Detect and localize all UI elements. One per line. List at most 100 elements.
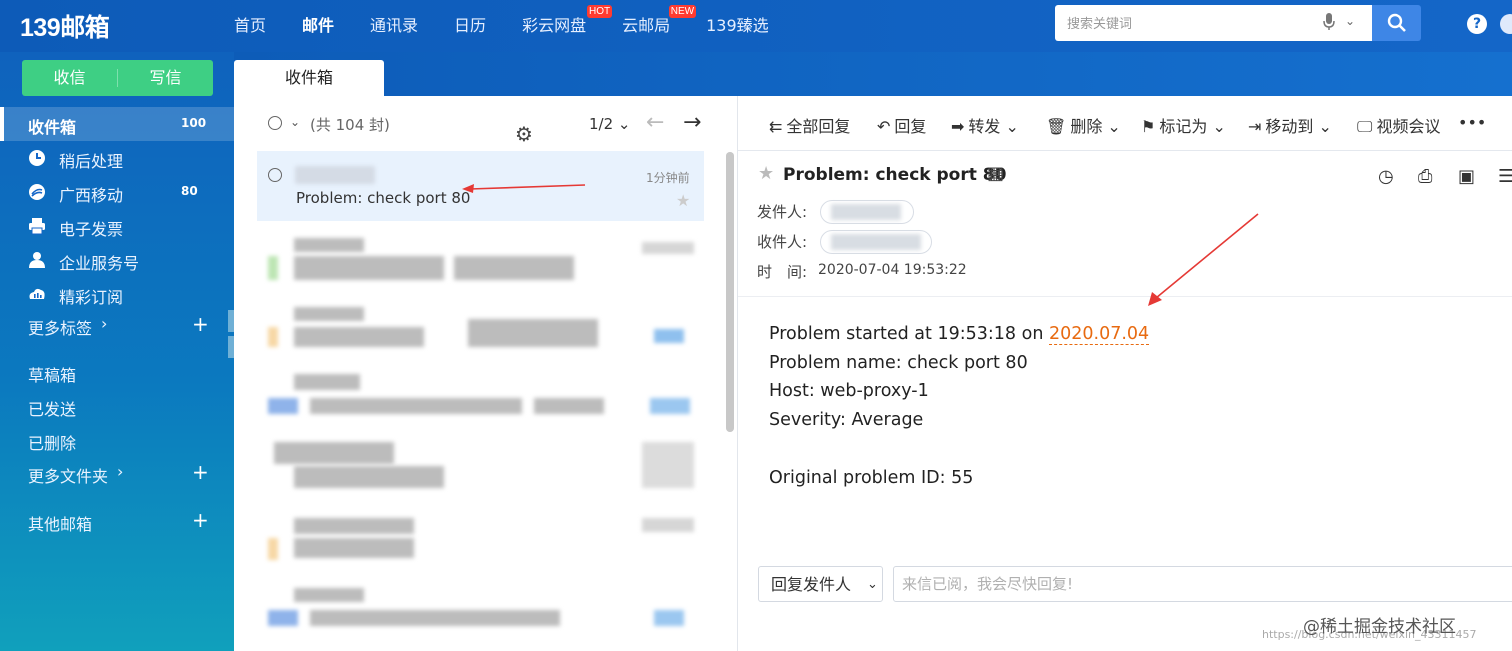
clock-icon[interactable]: ◷	[1378, 166, 1394, 187]
trash-icon: 🗑	[1046, 117, 1067, 136]
page-selector[interactable]: 1/2 ⌄	[589, 115, 630, 133]
nav-contacts[interactable]: 通讯录	[370, 12, 418, 36]
select-all-checkbox[interactable]	[268, 116, 282, 130]
date-link[interactable]: 2020.07.04	[1048, 324, 1150, 345]
sidebar-item-drafts[interactable]: 草稿箱	[0, 355, 234, 389]
mail-body: Problem started at 19:53:18 on 2020.07.0…	[769, 320, 1150, 492]
sidebar-item-other-mailbox[interactable]: 其他邮箱 +	[0, 504, 234, 538]
sidebar-item-enterprise-service[interactable]: 企业服务号	[0, 243, 234, 277]
mail-time: 2020-07-04 19:53:22	[818, 262, 967, 278]
mail-reader: ⇇ 全部回复 ↶ 回复 ➡ 转发 ⌄ 🗑 删除 ⌄ ⚑ 标记为 ⌄ ⇥ 移动到 ⌄ 🖵 视频会…	[738, 96, 1512, 651]
add-folder-plus-icon[interactable]: +	[192, 460, 209, 484]
next-page-arrow-icon[interactable]: →	[683, 110, 701, 135]
move-to-button[interactable]: ⇥ 移动到 ⌄	[1248, 113, 1332, 137]
body-line: Host: web-proxy-1	[769, 381, 929, 402]
delete-button[interactable]: 🗑 删除 ⌄	[1046, 113, 1121, 137]
chevron-down-icon[interactable]: ⌄	[290, 115, 300, 129]
translate-icon[interactable]: ▣	[1458, 166, 1475, 187]
star-icon[interactable]: ★	[758, 163, 774, 184]
list-scrollbar[interactable]	[726, 152, 734, 432]
sidebar-item-label: 精彩订阅	[59, 288, 124, 307]
sidebar-item-label: 草稿箱	[28, 366, 77, 385]
new-badge: NEW	[668, 5, 697, 18]
unread-count: 80	[181, 184, 198, 198]
list-item[interactable]	[262, 508, 702, 570]
mail-time: 1分钟前	[646, 171, 690, 185]
active-indicator	[0, 107, 4, 141]
list-item[interactable]	[262, 582, 702, 644]
user-icon	[28, 251, 46, 269]
mail-total-count: (共 104 封)	[310, 116, 390, 134]
list-item[interactable]	[262, 368, 702, 430]
top-bar: 139邮箱 首页 邮件 通讯录 日历 彩云网盘 HOT 云邮局 NEW 139臻选 …	[0, 0, 1512, 52]
chevron-down-icon: ⌄	[1107, 117, 1121, 136]
search-input[interactable]	[1065, 13, 1309, 35]
sidebar-item-deleted[interactable]: 已删除	[0, 423, 234, 457]
help-icon[interactable]: ?	[1467, 14, 1487, 34]
list-item[interactable]	[262, 234, 702, 296]
list-item[interactable]	[262, 436, 702, 498]
sidebar-item-label: 已删除	[28, 434, 77, 453]
search-button[interactable]	[1372, 5, 1421, 41]
nav-cloud-post[interactable]: 云邮局 NEW	[622, 5, 697, 36]
receive-mail-button[interactable]: 收信	[22, 60, 117, 96]
nav-calendar[interactable]: 日历	[454, 12, 486, 36]
video-meeting-button[interactable]: 🖵 视频会议	[1357, 113, 1440, 137]
nav-139-select[interactable]: 139臻选	[706, 12, 769, 36]
chevron-down-icon: ⌄	[1212, 117, 1226, 136]
more-options-button[interactable]: •••	[1458, 113, 1486, 132]
body-line: Problem started at 19:53:18 on 2020.07.0…	[769, 324, 1150, 345]
sidebar-item-subscriptions[interactable]: 精彩订阅	[0, 277, 234, 311]
watermark: @稀土掘金技术社区	[1303, 617, 1456, 637]
more-icon[interactable]: ☰	[1498, 166, 1512, 187]
sidebar-item-guangxi-mobile[interactable]: 广西移动 80	[0, 175, 234, 209]
blurred-sender	[295, 166, 375, 184]
compose-row: 收信 写信	[22, 60, 213, 96]
sidebar-item-label: 企业服务号	[59, 254, 140, 273]
sidebar-item-more-folders[interactable]: 更多文件夹 › +	[0, 456, 234, 490]
chevron-right-icon: ›	[101, 314, 108, 333]
sidebar-item-inbox[interactable]: 收件箱 100	[0, 107, 234, 141]
nav-mail[interactable]: 邮件	[302, 12, 334, 36]
reply-button[interactable]: ↶ 回复	[877, 113, 926, 137]
nav-cloud-drive[interactable]: 彩云网盘 HOT	[522, 5, 613, 36]
search-icon	[1387, 13, 1406, 32]
gear-icon[interactable]: ⚙	[515, 122, 533, 146]
search-box: ⌄	[1055, 5, 1372, 41]
sidebar-item-later[interactable]: 稍后处理	[0, 141, 234, 175]
forward-button[interactable]: ➡ 转发 ⌄	[951, 113, 1019, 137]
tab-inbox[interactable]: 收件箱	[234, 60, 384, 96]
flag-icon: ⚑	[1141, 117, 1156, 136]
mail-title: Problem: check port 80	[783, 165, 1007, 185]
mail-select-checkbox[interactable]	[268, 168, 282, 182]
recipient-pill[interactable]	[820, 230, 932, 254]
sender-pill[interactable]	[820, 200, 914, 224]
scrollbar-thumb[interactable]	[726, 152, 734, 432]
add-tag-plus-icon[interactable]: +	[192, 312, 209, 336]
qr-code-icon[interactable]: ▦	[987, 163, 1004, 184]
print-icon[interactable]: ⎙	[1418, 166, 1432, 187]
user-avatar[interactable]	[1500, 14, 1512, 34]
sidebar-item-e-invoice[interactable]: 电子发票	[0, 209, 234, 243]
app-logo[interactable]: 139邮箱	[20, 8, 110, 44]
nav-home[interactable]: 首页	[234, 12, 266, 36]
sidebar-item-label: 更多标签	[28, 319, 93, 338]
star-icon[interactable]: ★	[676, 191, 690, 210]
reply-all-button[interactable]: ⇇ 全部回复	[769, 113, 850, 137]
tab-strip: 收件箱	[234, 52, 1512, 96]
sidebar-item-sent[interactable]: 已发送	[0, 389, 234, 423]
previous-page-arrow-icon[interactable]: ←	[646, 110, 664, 135]
list-item[interactable]	[262, 301, 702, 363]
sidebar: 收信 写信 收件箱 100 稍后处理 广西移动 80 电子发票 企业服务号 精彩…	[0, 52, 234, 651]
write-mail-button[interactable]: 写信	[118, 60, 213, 96]
sidebar-item-more-tags[interactable]: 更多标签 › +	[0, 308, 234, 342]
reply-target-select[interactable]: 回复发件人 ⌄	[758, 566, 883, 602]
forward-arrow-icon: ➡	[951, 117, 965, 136]
quick-reply-input[interactable]	[893, 566, 1512, 602]
chevron-down-icon[interactable]: ⌄	[1345, 14, 1355, 28]
cloud-chart-icon	[28, 285, 46, 303]
chevron-down-icon: ⌄	[1005, 117, 1019, 136]
add-mailbox-plus-icon[interactable]: +	[192, 508, 209, 532]
mark-as-button[interactable]: ⚑ 标记为 ⌄	[1141, 113, 1226, 137]
microphone-icon[interactable]	[1323, 13, 1335, 35]
